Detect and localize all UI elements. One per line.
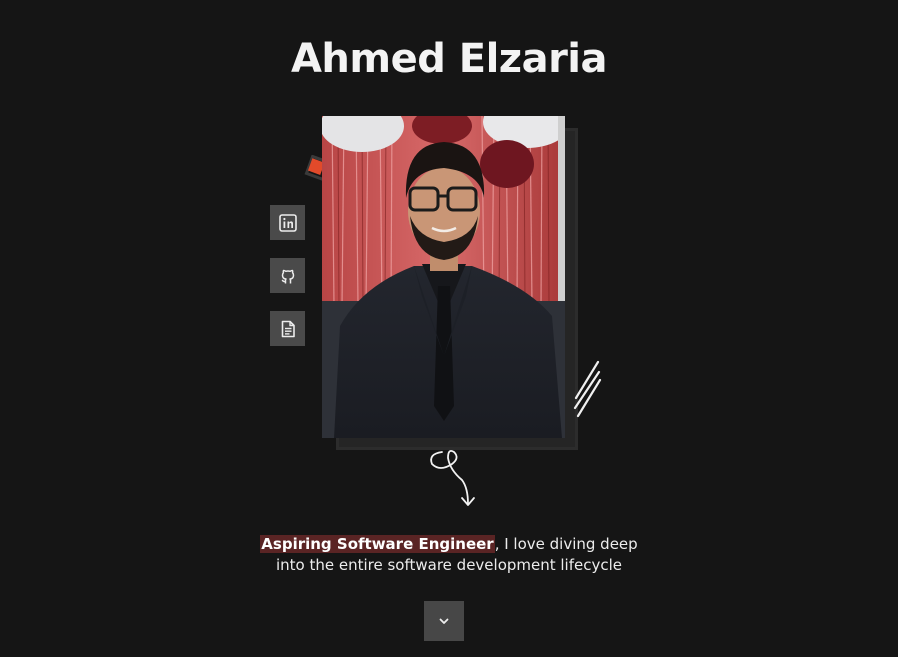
github-button[interactable]	[270, 258, 305, 293]
profile-photo	[322, 116, 565, 438]
scroll-down-button[interactable]	[424, 601, 464, 641]
tagline-highlight: Aspiring Software Engineer	[260, 535, 495, 553]
tagline-text-line2: into the entire software development lif…	[275, 556, 623, 574]
document-icon	[281, 320, 295, 337]
resume-button[interactable]	[270, 311, 305, 346]
tagline-text: , I love diving deep	[494, 535, 638, 553]
curly-arrow-icon	[430, 449, 475, 506]
github-icon	[281, 269, 294, 283]
page-title: Ahmed Elzaria	[290, 36, 608, 82]
scribble-decoration	[573, 360, 602, 418]
chevron-down-icon	[439, 618, 449, 624]
linkedin-icon	[278, 213, 297, 232]
tagline: Aspiring Software Engineer, I love divin…	[0, 534, 898, 576]
hero-section: Ahmed Elzaria Aspiring Software Engineer…	[0, 0, 898, 657]
linkedin-button[interactable]	[270, 205, 305, 240]
